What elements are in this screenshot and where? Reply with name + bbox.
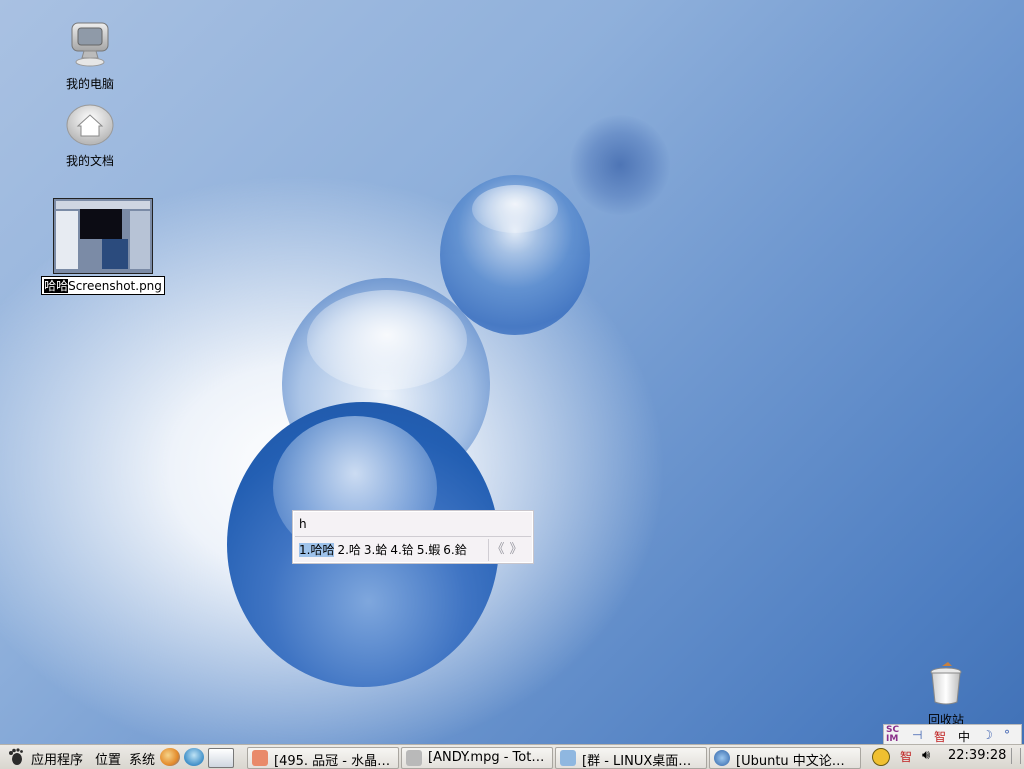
task-label: [ANDY.mpg - Tot… — [428, 750, 545, 765]
task-label: [495. 品冠 - 水晶… — [274, 754, 391, 769]
task-button-chat[interactable]: [群 - LINUX桌面… — [555, 747, 707, 769]
scim-punctuation-icon[interactable]: ° — [1004, 728, 1010, 742]
globe-icon — [714, 750, 730, 766]
system-menu[interactable]: 系统 — [129, 749, 155, 768]
task-label: [Ubuntu 中文论… — [736, 754, 845, 769]
places-menu[interactable]: 位置 — [95, 749, 121, 768]
firefox-launcher-icon[interactable] — [160, 748, 180, 766]
scim-chinese-mode-icon[interactable]: 中 — [958, 728, 970, 745]
wallpaper-bubble-small — [440, 175, 590, 335]
thunderbird-launcher-icon[interactable] — [184, 748, 204, 766]
wallpaper-bubble-blur — [570, 115, 670, 215]
bottom-panel: 应用程序 位置 系统 [495. 品冠 - 水晶… [ANDY.mpg - To… — [0, 744, 1024, 769]
computer-icon — [71, 22, 109, 67]
ime-next-page-icon[interactable]: 》 — [507, 539, 525, 561]
desktop-icon-documents[interactable]: 我的文档 — [55, 103, 125, 169]
ime-candidate[interactable]: 2.哈 — [337, 543, 360, 557]
ime-candidate[interactable]: 3.蛤 — [364, 543, 387, 557]
volume-icon[interactable]: 🔊︎ — [922, 748, 930, 763]
scim-input-method-icon[interactable]: 智 — [934, 728, 946, 745]
trash-icon — [930, 662, 962, 705]
ime-page-nav: 《》 — [488, 539, 531, 561]
file-rename-field[interactable]: 哈哈Screenshot.png — [41, 276, 165, 295]
home-folder-icon — [66, 104, 114, 146]
desktop-icon-label: 我的文档 — [65, 154, 114, 168]
desktop-icon-label: 我的电脑 — [65, 77, 114, 91]
desktop-icon-trash[interactable]: 回收站 — [918, 660, 974, 728]
ime-candidate[interactable]: 6.鉿 — [443, 543, 466, 557]
ime-candidate-popup: h 1.哈哈 2.哈 3.蛤 4.铪 5.蝦 6.鉿 《》 — [292, 510, 534, 564]
applications-menu[interactable]: 应用程序 — [31, 749, 83, 768]
rename-text: Screenshot.png — [68, 279, 162, 293]
ime-candidate-list: 1.哈哈 2.哈 3.蛤 4.铪 5.蝦 6.鉿 — [299, 541, 470, 558]
task-button-browser[interactable]: [Ubuntu 中文论… — [709, 747, 861, 769]
chat-icon — [560, 750, 576, 766]
ime-prev-page-icon[interactable]: 《 — [489, 539, 507, 561]
desktop-icon-screenshot-file[interactable]: 哈哈Screenshot.png — [36, 198, 170, 295]
video-player-icon — [406, 750, 422, 766]
show-desktop-icon[interactable] — [208, 748, 234, 768]
music-player-icon — [252, 750, 268, 766]
scim-connect-icon[interactable]: ⊣ — [912, 728, 922, 742]
ime-preedit-text: h — [299, 517, 307, 531]
qq-tray-icon[interactable] — [872, 748, 890, 766]
rename-selected-text: 哈哈 — [44, 279, 69, 293]
panel-handle-icon[interactable] — [1011, 748, 1021, 764]
ime-candidate-selected[interactable]: 1.哈哈 — [299, 543, 335, 557]
task-label: [群 - LINUX桌面… — [582, 754, 692, 769]
ime-divider — [295, 536, 531, 537]
gnome-foot-icon[interactable] — [7, 748, 25, 766]
ime-candidate[interactable]: 5.蝦 — [417, 543, 440, 557]
scim-half-width-icon[interactable]: ☽ — [982, 728, 993, 742]
task-button-totem[interactable]: [ANDY.mpg - Tot… — [401, 747, 553, 769]
clock[interactable]: 22:39:28 — [948, 748, 1006, 763]
desktop-icon-computer[interactable]: 我的电脑 — [55, 20, 125, 92]
task-button-music-player[interactable]: [495. 品冠 - 水晶… — [247, 747, 399, 769]
image-thumbnail — [53, 198, 153, 274]
scim-tray-icon[interactable]: 智 — [900, 748, 912, 765]
scim-logo-icon[interactable]: SCIM — [886, 726, 902, 744]
ime-candidate[interactable]: 4.铪 — [390, 543, 413, 557]
